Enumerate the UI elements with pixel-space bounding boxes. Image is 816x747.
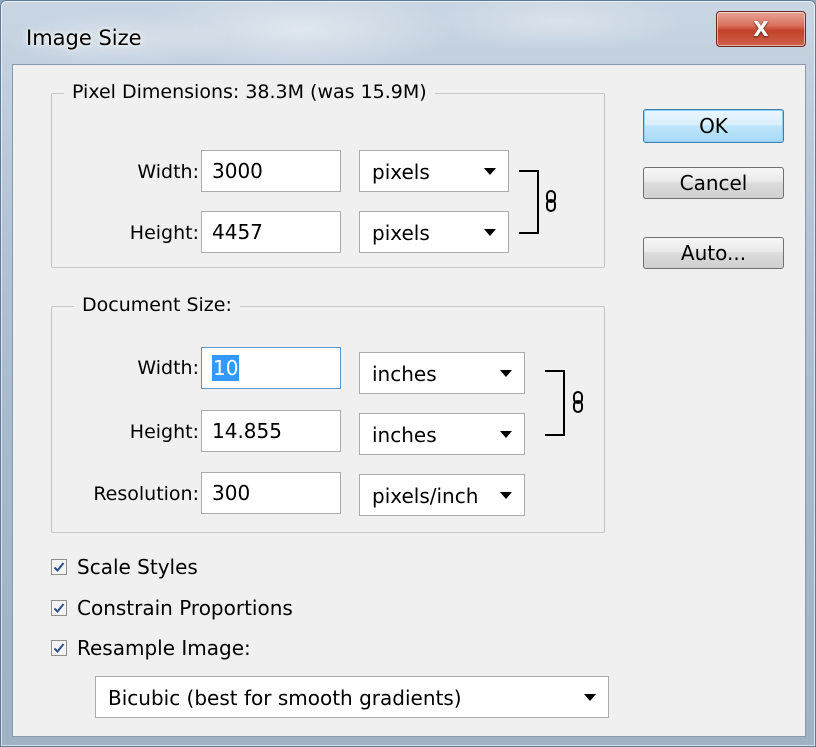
doc-height-unit: inches — [372, 423, 437, 447]
constrain-proportions-checkbox[interactable] — [51, 600, 67, 616]
resolution-label: Resolution: — [93, 483, 199, 505]
doc-width-unit: inches — [372, 362, 437, 386]
resolution-value: 300 — [212, 481, 251, 505]
pixel-height-field[interactable]: 4457 — [201, 211, 341, 253]
pixel-width-value: 3000 — [212, 159, 263, 183]
chevron-down-icon — [500, 370, 512, 377]
window-frame: Image Size X Pixel Dimensions: 38.3M (wa… — [0, 0, 816, 747]
pixel-dimensions-legend: Pixel Dimensions: 38.3M (was 15.9M) — [64, 81, 435, 103]
chevron-down-icon — [484, 168, 496, 175]
pixel-width-label: Width: — [137, 161, 199, 183]
doc-height-field[interactable]: 14.855 — [201, 410, 341, 452]
pixel-width-field[interactable]: 3000 — [201, 150, 341, 192]
constrain-proportions-label: Constrain Proportions — [77, 596, 293, 620]
resolution-field[interactable]: 300 — [201, 472, 341, 514]
pixel-height-unit: pixels — [372, 221, 430, 245]
doc-width-unit-select[interactable]: inches — [359, 352, 525, 394]
resample-method-value: Bicubic (best for smooth gradients) — [108, 686, 462, 710]
scale-styles-checkbox[interactable] — [51, 559, 67, 575]
document-link-bracket — [545, 370, 565, 436]
resample-image-label: Resample Image: — [77, 636, 251, 660]
close-button[interactable]: X — [716, 11, 806, 47]
doc-width-value: 10 — [212, 355, 240, 381]
chevron-down-icon — [500, 431, 512, 438]
chevron-down-icon — [484, 229, 496, 236]
scale-styles-label: Scale Styles — [77, 555, 198, 579]
chevron-down-icon — [500, 492, 512, 499]
cancel-button[interactable]: Cancel — [643, 167, 784, 199]
pixel-link-bracket — [519, 170, 539, 234]
resolution-unit: pixels/inch — [372, 484, 479, 508]
auto-button[interactable]: Auto... — [643, 237, 784, 269]
scale-styles-option[interactable]: Scale Styles — [51, 555, 198, 579]
close-icon: X — [753, 17, 769, 41]
checkmark-icon — [53, 643, 65, 653]
checkmark-icon — [53, 603, 65, 613]
pixel-height-label: Height: — [129, 222, 199, 244]
chain-link-icon — [546, 190, 556, 212]
doc-width-field[interactable]: 10 — [201, 347, 341, 389]
resample-image-checkbox[interactable] — [51, 640, 67, 656]
checkmark-icon — [53, 562, 65, 572]
resample-method-select[interactable]: Bicubic (best for smooth gradients) — [95, 676, 609, 718]
resolution-unit-select[interactable]: pixels/inch — [359, 474, 525, 516]
pixel-width-unit: pixels — [372, 160, 430, 184]
doc-width-label: Width: — [137, 357, 199, 379]
pixel-height-value: 4457 — [212, 220, 263, 244]
doc-height-value: 14.855 — [212, 419, 282, 443]
chain-link-icon — [573, 391, 583, 413]
pixel-height-unit-select[interactable]: pixels — [359, 211, 509, 253]
document-size-legend: Document Size: — [74, 294, 240, 316]
chevron-down-icon — [584, 694, 596, 701]
doc-height-unit-select[interactable]: inches — [359, 413, 525, 455]
ok-button[interactable]: OK — [643, 109, 784, 143]
dialog-body: Pixel Dimensions: 38.3M (was 15.9M) Widt… — [12, 64, 806, 737]
pixel-width-unit-select[interactable]: pixels — [359, 150, 509, 192]
doc-height-label: Height: — [129, 421, 199, 443]
constrain-proportions-option[interactable]: Constrain Proportions — [51, 596, 293, 620]
window-title: Image Size — [26, 26, 142, 50]
resample-image-option[interactable]: Resample Image: — [51, 636, 251, 660]
